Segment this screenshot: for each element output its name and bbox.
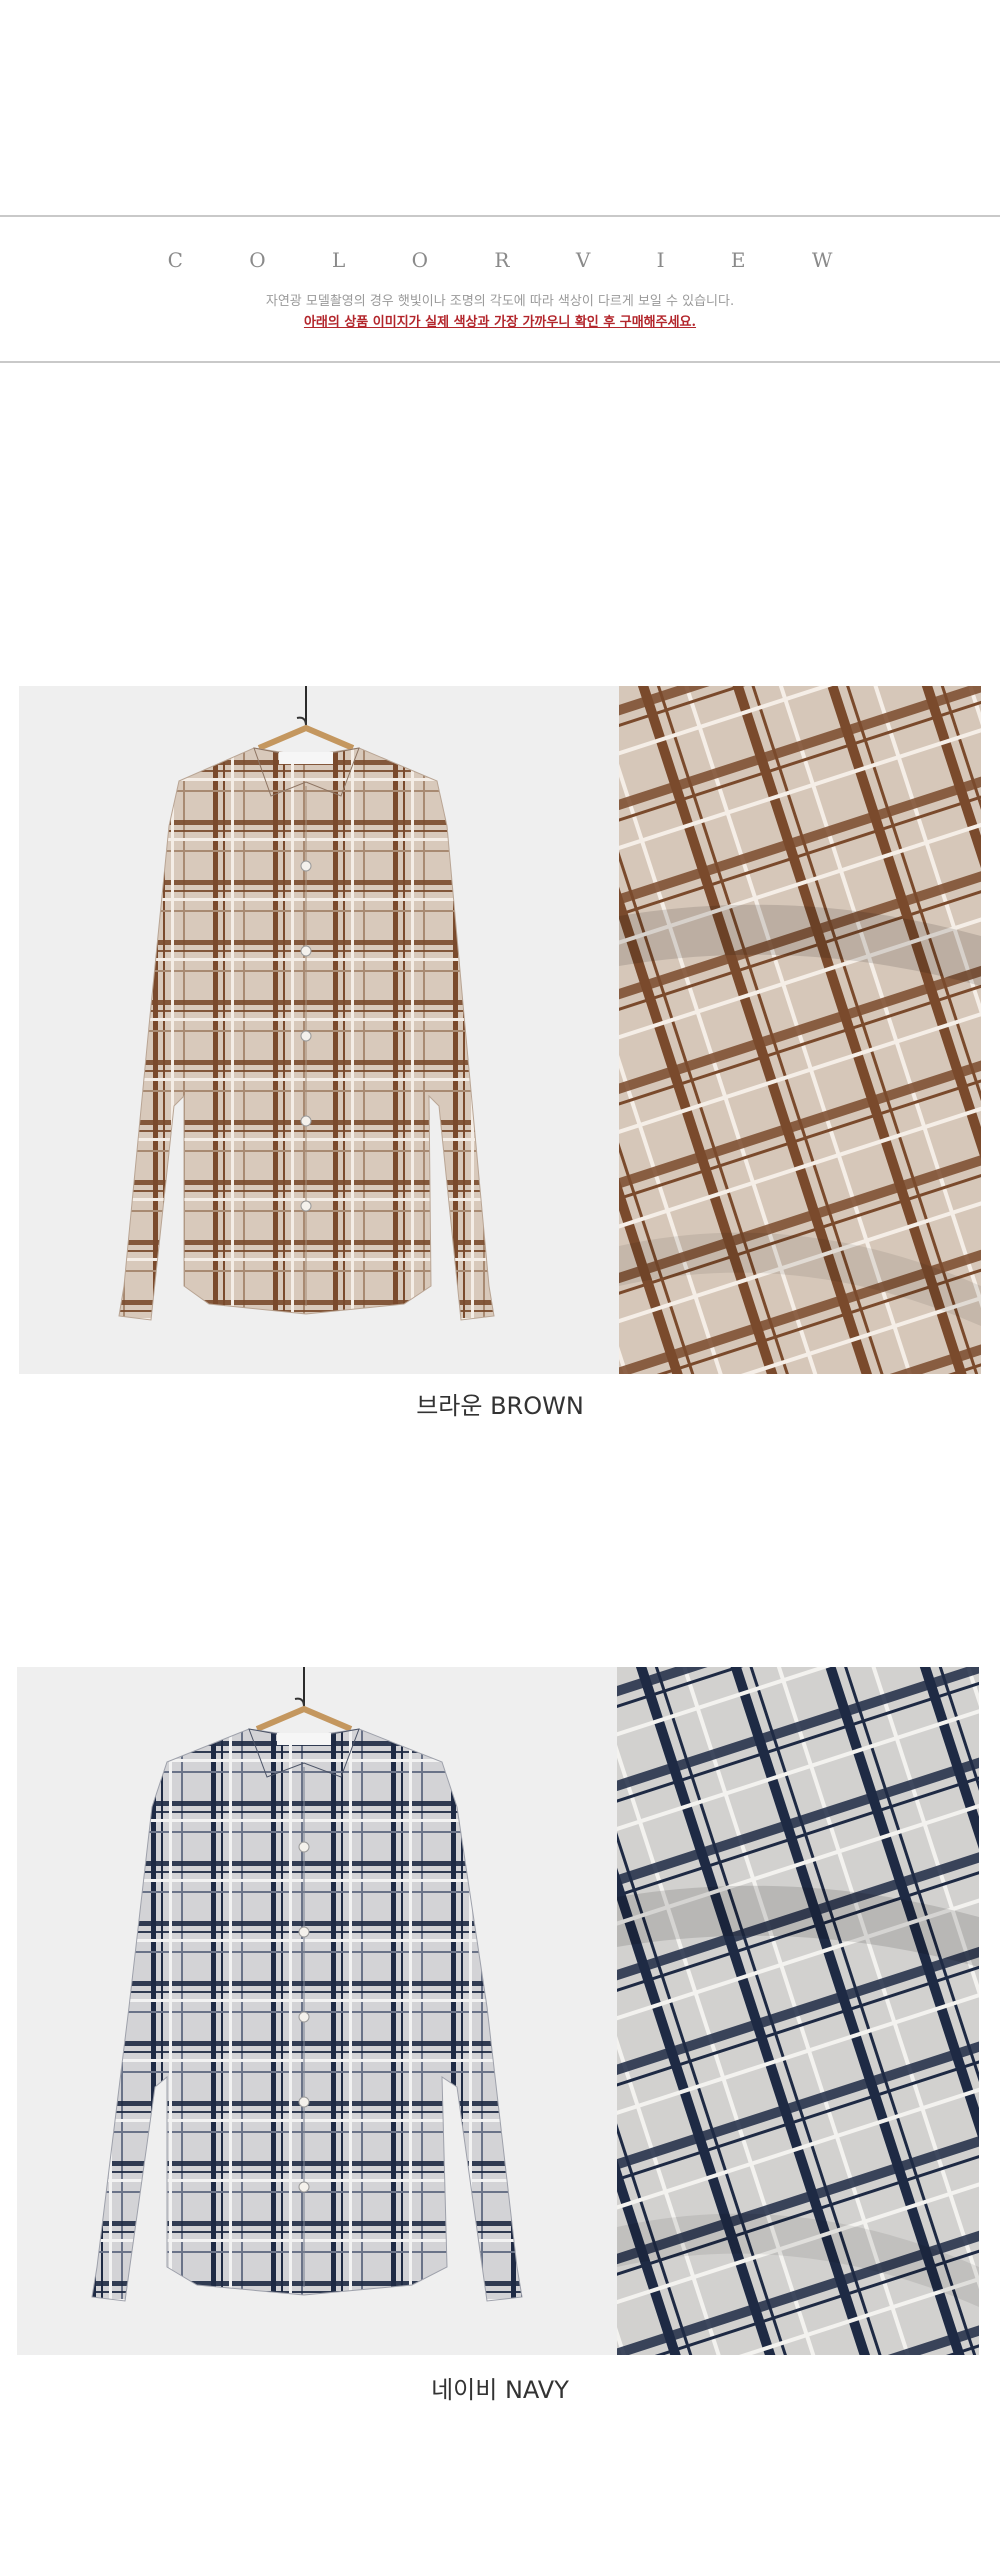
brown-caption: 브라운 BROWN — [416, 1392, 584, 1420]
brown-fabric-closeup — [619, 686, 981, 1374]
header-top-divider — [0, 215, 1000, 217]
color-notice-text: 자연광 모델촬영의 경우 햇빛이나 조명의 각도에 따라 색상이 다르게 보일 … — [265, 294, 735, 309]
navy-fabric-closeup — [617, 1667, 979, 2355]
color-view-title: C O L O R V I E W — [167, 248, 863, 272]
color-warning-text: 아래의 상품 이미지가 실제 색상과 가장 가까우니 확인 후 구매해주세요. — [303, 315, 697, 330]
navy-shirt-photo — [17, 1667, 617, 2355]
header-bottom-divider — [0, 361, 1000, 363]
navy-caption: 네이비 NAVY — [431, 2376, 569, 2404]
brown-shirt-photo — [19, 686, 619, 1374]
